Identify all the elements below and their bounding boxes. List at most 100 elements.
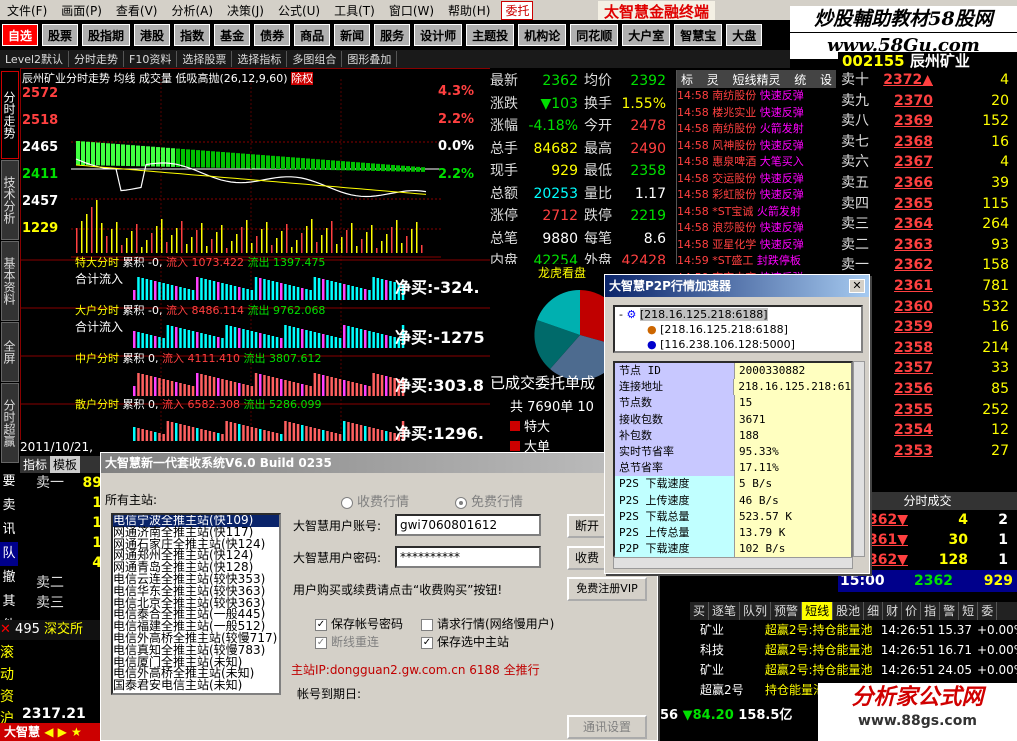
save-password-option[interactable]: ✓ 保存帐号密码 <box>315 615 403 632</box>
toolbar-index[interactable]: 指数 <box>174 24 211 46</box>
side-label[interactable]: 撤 <box>0 566 18 590</box>
order-row[interactable]: 卖七 2368 16 <box>838 132 1017 153</box>
arrow-icons[interactable]: ◀ ▶ ★ <box>44 725 82 739</box>
close-icon[interactable]: ✕ <box>849 279 865 293</box>
short-line-row[interactable]: 14:58 彩虹股份 快速反弹 <box>677 187 836 204</box>
bottom-tab[interactable]: 指 <box>921 602 941 620</box>
disconnect-button[interactable]: 断开 <box>567 514 607 538</box>
short-line-row[interactable]: 14:58 风神股份 快速反弹 <box>677 138 836 155</box>
tab-select-stock[interactable]: 选择股票 <box>177 51 233 67</box>
toolbar-theme[interactable]: 主题投 <box>466 24 515 46</box>
short-tab[interactable]: 设 <box>820 71 832 88</box>
tree-root[interactable]: - ⚙ [218.16.125.218:6188] <box>619 307 861 322</box>
menu-view[interactable]: 查看(V) <box>109 2 165 19</box>
short-line-row[interactable]: 14:58 南纺股份 快速反弹 <box>677 88 836 105</box>
tab-f10[interactable]: F10资料 <box>124 51 178 67</box>
free-register-button[interactable]: 免费注册VIP <box>567 577 647 601</box>
checkbox-save-pwd[interactable]: ✓ <box>315 618 327 631</box>
tab-intraday[interactable]: 分时走势 <box>69 51 125 67</box>
side-tab-fullscreen[interactable]: 全屏 <box>1 322 19 382</box>
tree-node[interactable]: ● [116.238.106.128:5000] <box>619 337 861 351</box>
menu-file[interactable]: 文件(F) <box>0 2 54 19</box>
feed-row[interactable]: 矿业 超赢2号:持仓能量池 14:26:5115.37 +0.00% <box>700 620 1017 640</box>
order-row[interactable]: 卖十 2372▲ 4 <box>838 70 1017 91</box>
toolbar-commodity[interactable]: 商品 <box>294 24 331 46</box>
bottom-tab[interactable]: 股池 <box>833 602 865 620</box>
menu-decision[interactable]: 决策(J) <box>220 2 271 19</box>
left-tab[interactable]: 模板 <box>50 456 81 473</box>
toolbar-fund[interactable]: 基金 <box>214 24 251 46</box>
feed-row[interactable]: 科技 超赢2号:持仓能量池 14:26:5116.71 +0.00% <box>700 640 1017 660</box>
bottom-tab[interactable]: 短线 <box>802 602 834 620</box>
order-row[interactable]: 卖五 2366 39 <box>838 173 1017 194</box>
feed-row[interactable]: 矿业 超赢2号:持仓能量池 14:26:5124.05 +0.00% <box>700 660 1017 680</box>
bottom-tab[interactable]: 逐笔 <box>709 602 741 620</box>
order-row[interactable]: 卖四 2365 115 <box>838 194 1017 215</box>
close-icon[interactable]: ✕ <box>0 622 11 637</box>
short-line-row[interactable]: 14:58 楼兆实业 快速反弹 <box>677 105 836 122</box>
p2p-hscrollbar[interactable] <box>613 557 853 569</box>
comm-settings-button[interactable]: 通讯设置 <box>567 715 647 739</box>
toolbar-institution[interactable]: 机构论 <box>518 24 567 46</box>
password-input[interactable]: ********** <box>395 546 541 568</box>
bottom-tab[interactable]: 委 <box>978 602 998 620</box>
toolbar-news[interactable]: 新闻 <box>334 24 371 46</box>
bottom-tab[interactable]: 买 <box>690 602 710 620</box>
short-line-row[interactable]: 14:58 南纺股份 火箭发射 <box>677 121 836 138</box>
side-tab-technical[interactable]: 技术分析 <box>1 160 19 240</box>
p2p-scrollbar[interactable] <box>853 361 865 557</box>
tab-overlay[interactable]: 图形叠加 <box>342 51 398 67</box>
menu-analysis[interactable]: 分析(A) <box>164 2 220 19</box>
short-line-row[interactable]: 14:58 *ST宝诚 火箭发射 <box>677 204 836 221</box>
short-line-row[interactable]: 14:58 亚星化学 快速反弹 <box>677 237 836 254</box>
toolbar-index-futures[interactable]: 股指期 <box>82 24 131 46</box>
order-row[interactable]: 卖一 2362 158 <box>838 255 1017 276</box>
bottom-tab[interactable]: 队列 <box>740 602 772 620</box>
site-list-item[interactable]: 国泰君安电信主站(未知) <box>113 679 279 692</box>
short-tab[interactable]: 标 <box>681 71 693 88</box>
toolbar-stocks[interactable]: 股票 <box>42 24 79 46</box>
short-line-row[interactable]: 14:58 交运股份 快速反弹 <box>677 171 836 188</box>
menu-window[interactable]: 窗口(W) <box>382 2 441 19</box>
reconnect-option[interactable]: ✓ 断线重连 <box>315 633 379 650</box>
bottom-tab[interactable]: 价 <box>902 602 922 620</box>
tab-multi-chart[interactable]: 多图组合 <box>287 51 343 67</box>
order-row[interactable]: 卖九 2370 20 <box>838 91 1017 112</box>
order-row[interactable]: 卖三 2364 264 <box>838 214 1017 235</box>
side-label[interactable]: 队 <box>0 542 18 566</box>
short-line-row[interactable]: 14:58 惠泉啤酒 大笔买入 <box>677 154 836 171</box>
side-label[interactable]: 讯 <box>0 518 18 542</box>
order-row[interactable]: 卖二 2363 93 <box>838 235 1017 256</box>
toolbar-hk[interactable]: 港股 <box>134 24 171 46</box>
toolbar-service[interactable]: 服务 <box>374 24 411 46</box>
toolbar-designer[interactable]: 设计师 <box>414 24 463 46</box>
short-tab[interactable]: 统 <box>794 71 806 88</box>
tab-level2[interactable]: Level2默认 <box>0 51 70 67</box>
bottom-tab[interactable]: 短 <box>959 602 979 620</box>
radio-paid[interactable] <box>341 496 353 509</box>
tab-select-indicator[interactable]: 选择指标 <box>232 51 288 67</box>
menu-formula[interactable]: 公式(U) <box>271 2 327 19</box>
side-label[interactable]: 要卖 <box>0 470 18 518</box>
toolbar-wisdom[interactable]: 智慧宝 <box>674 24 723 46</box>
checkbox-reconnect[interactable]: ✓ <box>315 636 327 649</box>
bottom-tab[interactable]: 细 <box>864 602 884 620</box>
bottom-tab[interactable]: 预警 <box>771 602 803 620</box>
checkbox-request-quote[interactable] <box>421 618 433 631</box>
toolbar-market[interactable]: 大盘 <box>726 24 763 46</box>
request-quote-option[interactable]: 请求行情(网络慢用户) <box>421 615 554 632</box>
site-list[interactable]: 电信宁波全推主站(快109) 网通济南全推主站(快117) 网通石家庄全推主站(快1… <box>111 513 281 695</box>
paid-button[interactable]: 收费 <box>567 546 607 570</box>
order-row[interactable]: 卖六 2367 4 <box>838 152 1017 173</box>
mode-free[interactable]: 免费行情 <box>455 491 523 510</box>
side-tab-super[interactable]: 分时超赢 <box>1 383 19 463</box>
bottom-tab[interactable]: 财 <box>883 602 903 620</box>
tree-node[interactable]: ● [218.16.125.218:6188] <box>619 322 861 337</box>
side-tab-intraday[interactable]: 分时走势 <box>1 71 19 159</box>
mode-paid[interactable]: 收费行情 <box>341 491 409 510</box>
radio-free[interactable] <box>455 496 467 509</box>
toolbar-ths[interactable]: 同花顺 <box>570 24 619 46</box>
toolbar-favorites[interactable]: 自选 <box>2 24 39 46</box>
username-input[interactable]: gwi7060801612 <box>395 514 541 536</box>
side-tab-fundamental[interactable]: 基本资料 <box>1 241 19 321</box>
